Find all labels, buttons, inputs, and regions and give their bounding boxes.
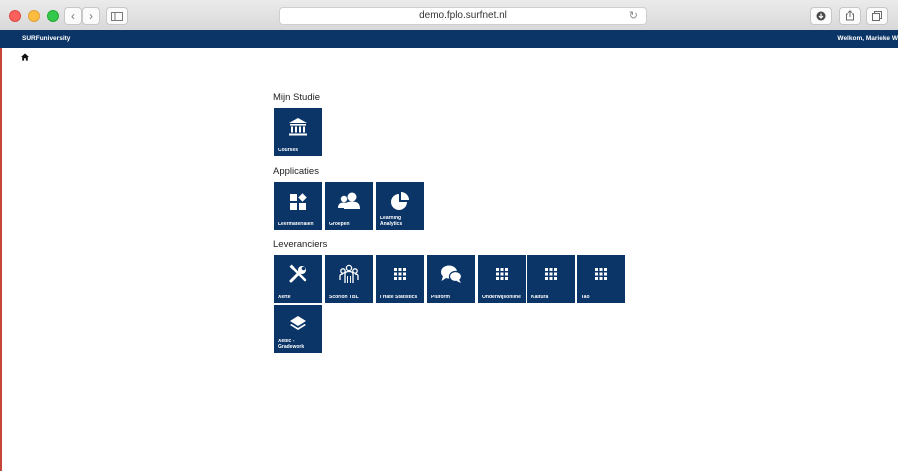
layers-icon xyxy=(290,316,306,330)
tile-label: Tao xyxy=(581,294,590,300)
tile-label: Onderwijsonline xyxy=(482,294,521,300)
brand-name[interactable]: SURFuniversity xyxy=(22,30,70,48)
reload-icon[interactable]: ↻ xyxy=(629,8,638,24)
minimize-window-button[interactable] xyxy=(28,10,40,22)
sidebar-toggle-button[interactable] xyxy=(106,7,128,25)
tile-label: Leermaterialen xyxy=(278,221,314,227)
team-icon xyxy=(339,264,359,283)
tile-label: Xebic - Gradework xyxy=(278,339,305,350)
section-title-mijn-studie: Mijn Studie xyxy=(273,92,320,103)
tile-label: Courses xyxy=(278,147,299,153)
chevron-left-icon: ‹ xyxy=(71,9,75,23)
tile-pluform[interactable]: Pluform xyxy=(427,255,475,303)
tile-xerte[interactable]: Xerte xyxy=(274,255,322,303)
close-window-button[interactable] xyxy=(9,10,21,22)
tabs-overview-button[interactable] xyxy=(866,7,888,25)
tile-i-hate-statistics[interactable]: I Hate Statistics xyxy=(376,255,424,303)
maximize-window-button[interactable] xyxy=(47,10,59,22)
bank-icon xyxy=(289,118,307,136)
tile-label: I Hate Statistics xyxy=(380,294,418,300)
tile-learning-analytics[interactable]: Learning Analytics xyxy=(376,182,424,230)
tile-label: Scorion TBL xyxy=(329,294,359,300)
grid-icon xyxy=(394,268,406,280)
tile-courses[interactable]: Courses xyxy=(274,108,322,156)
share-button[interactable] xyxy=(839,7,861,25)
window-edge xyxy=(0,30,2,471)
tile-label: Groepen xyxy=(329,221,350,227)
tile-kaltura[interactable]: Kaltura xyxy=(527,255,575,303)
tile-xebic-gradework[interactable]: Xebic - Gradework xyxy=(274,305,322,353)
sidebar-icon xyxy=(111,12,123,21)
back-button[interactable]: ‹ xyxy=(64,7,82,25)
grid-icon xyxy=(595,268,607,280)
chat-icon xyxy=(441,265,463,283)
tile-label: Xerte xyxy=(278,294,291,300)
tools-icon xyxy=(289,264,307,283)
url-text: demo.fplo.surfnet.nl xyxy=(419,10,507,21)
grid-icon xyxy=(545,268,557,280)
tile-groepen[interactable]: Groepen xyxy=(325,182,373,230)
welcome-user[interactable]: Welkom, Marieke W xyxy=(837,30,898,48)
pie-chart-icon xyxy=(391,192,409,210)
tile-tao[interactable]: Tao xyxy=(577,255,625,303)
tile-label: Kaltura xyxy=(531,294,549,300)
downloads-button[interactable] xyxy=(810,7,832,25)
tile-scorion-tbl[interactable]: Scorion TBL xyxy=(325,255,373,303)
tile-label: Learning Analytics xyxy=(380,216,403,227)
tile-label: Pluform xyxy=(431,294,450,300)
download-icon xyxy=(816,11,826,21)
section-title-applicaties: Applicaties xyxy=(273,166,319,177)
browser-toolbar: ‹ › demo.fplo.surfnet.nl ↻ xyxy=(0,0,898,31)
share-icon xyxy=(846,10,854,21)
section-title-leveranciers: Leveranciers xyxy=(273,239,328,250)
tabs-icon xyxy=(872,11,882,21)
address-bar[interactable]: demo.fplo.surfnet.nl ↻ xyxy=(279,7,647,25)
home-icon[interactable] xyxy=(21,53,29,61)
chevron-right-icon: › xyxy=(89,9,93,23)
grid-icon xyxy=(496,268,508,280)
widgets-icon xyxy=(290,193,307,210)
forward-button[interactable]: › xyxy=(82,7,100,25)
tile-leermaterialen[interactable]: Leermaterialen xyxy=(274,182,322,230)
users-icon xyxy=(338,192,360,209)
site-header: SURFuniversity Welkom, Marieke W xyxy=(0,30,898,48)
tile-onderwijsonline[interactable]: Onderwijsonline xyxy=(478,255,526,303)
